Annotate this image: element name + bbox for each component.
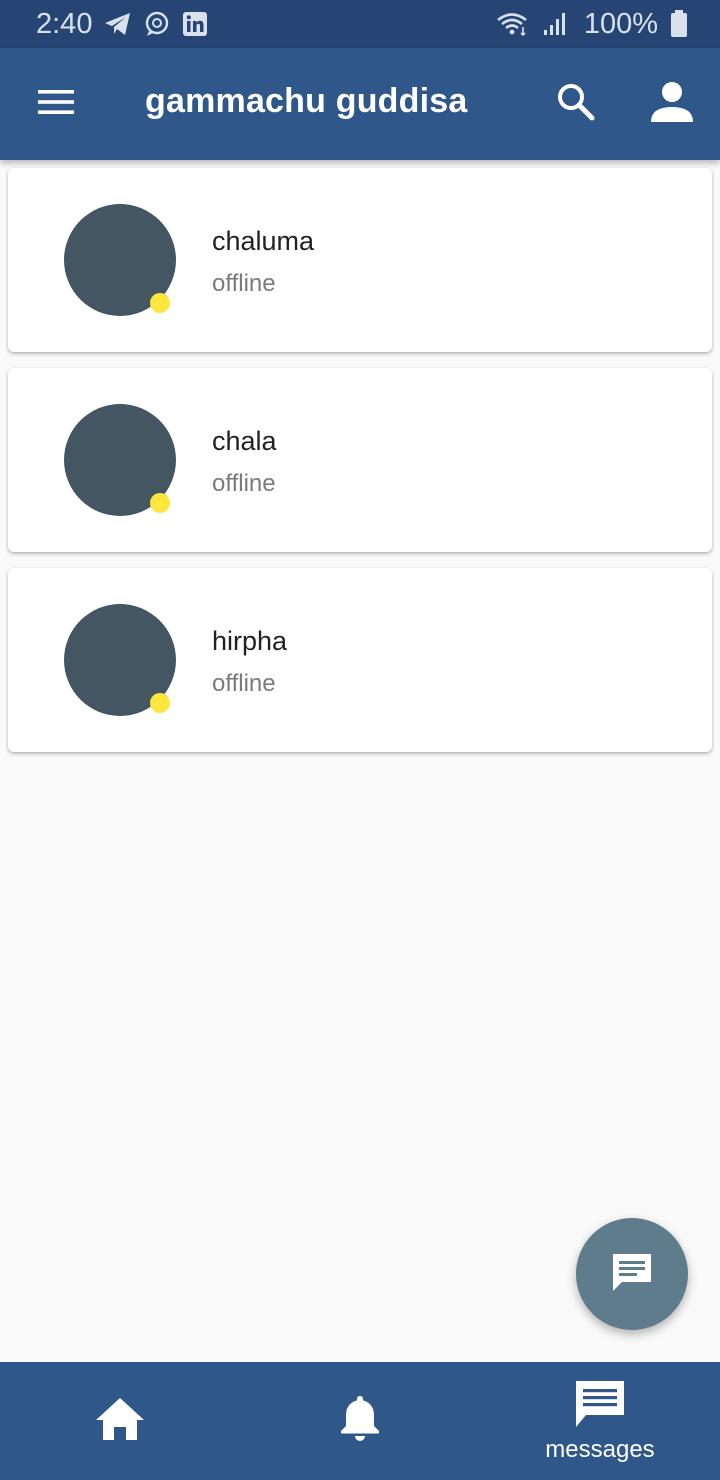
contact-status: offline: [212, 270, 276, 297]
wifi-icon: [496, 11, 530, 37]
contact-name: chala: [212, 426, 277, 456]
screen: 2:40 100% gammachu guddisa chaluma offli…: [0, 0, 720, 1480]
status-bar-right: 100%: [496, 8, 688, 41]
contact-list: chaluma offline chala offline hirpha off…: [8, 168, 712, 768]
status-bar: 2:40 100%: [0, 0, 720, 48]
telegram-icon: [104, 12, 132, 36]
cell-signal-icon: [542, 11, 568, 37]
presence-dot: [150, 293, 170, 313]
home-icon: [94, 1396, 146, 1447]
message-icon: [573, 1379, 627, 1434]
contact-name: chaluma: [212, 226, 315, 256]
chat-icon: [610, 1251, 654, 1298]
contact-name: hirpha: [212, 626, 288, 656]
contact-card-chaluma[interactable]: chaluma offline: [8, 168, 712, 352]
battery-percent: 100%: [583, 7, 658, 40]
contact-card-chala[interactable]: chala offline: [8, 368, 712, 552]
app-bar: gammachu guddisa: [0, 48, 720, 160]
menu-button[interactable]: [28, 76, 84, 132]
nav-messages[interactable]: messages: [480, 1362, 720, 1480]
person-icon: [650, 81, 694, 128]
signal-app-icon: [144, 11, 170, 37]
nav-messages-label: messages: [545, 1435, 655, 1463]
bottom-nav: messages: [0, 1362, 720, 1480]
presence-dot: [150, 493, 170, 513]
contact-status: offline: [212, 670, 276, 697]
status-bar-left: 2:40: [36, 8, 208, 41]
search-icon: [556, 82, 596, 127]
contact-card-hirpha[interactable]: hirpha offline: [8, 568, 712, 752]
status-time: 2:40: [36, 7, 93, 40]
presence-dot: [150, 693, 170, 713]
search-button[interactable]: [548, 76, 604, 132]
bell-icon: [338, 1394, 382, 1449]
nav-notifications[interactable]: [240, 1362, 480, 1480]
profile-button[interactable]: [644, 76, 700, 132]
linkedin-icon: [182, 11, 208, 37]
contact-status: offline: [212, 470, 276, 497]
new-message-fab[interactable]: [576, 1218, 688, 1330]
battery-icon: [670, 10, 688, 38]
menu-icon: [37, 88, 75, 121]
page-title: gammachu guddisa: [145, 82, 468, 120]
nav-home[interactable]: [0, 1362, 240, 1480]
